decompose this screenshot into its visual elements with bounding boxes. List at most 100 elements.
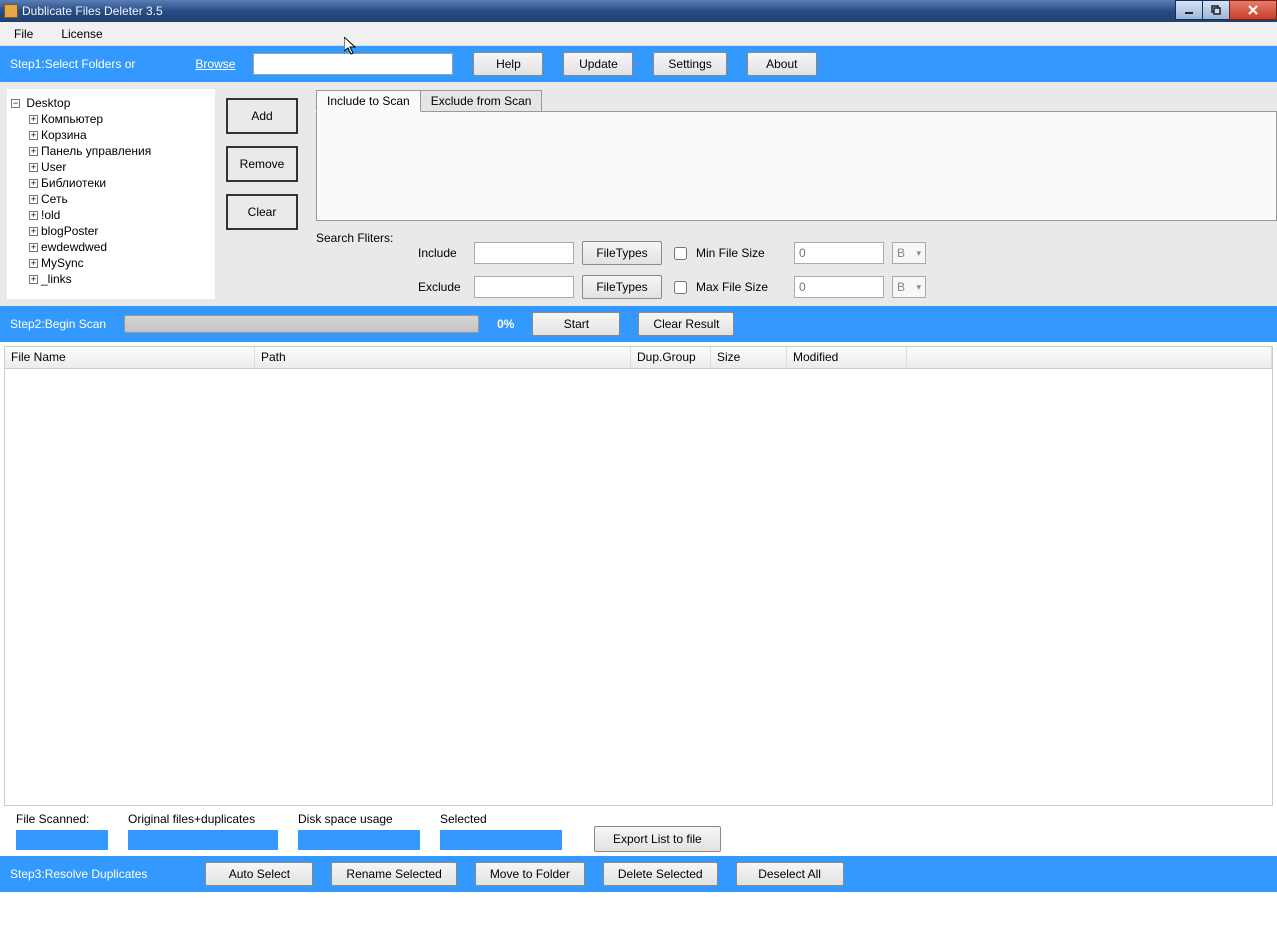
add-folder-button[interactable]: Add bbox=[226, 98, 298, 134]
minimize-button[interactable] bbox=[1175, 0, 1203, 20]
stat-disk-value bbox=[298, 830, 420, 850]
start-scan-button[interactable]: Start bbox=[532, 312, 620, 336]
browse-link[interactable]: Browse bbox=[195, 57, 235, 71]
step3-label: Step3:Resolve Duplicates bbox=[10, 867, 147, 881]
update-button[interactable]: Update bbox=[563, 52, 633, 76]
tree-item-label: Компьютер bbox=[41, 112, 103, 126]
window-title: Dublicate Files Deleter 3.5 bbox=[22, 4, 163, 18]
stat-orig-dup-value bbox=[128, 830, 278, 850]
column-file-name[interactable]: File Name bbox=[5, 347, 255, 368]
deselect-all-button[interactable]: Deselect All bbox=[736, 862, 844, 886]
tree-item[interactable]: +blogPoster bbox=[29, 223, 211, 239]
tree-item[interactable]: +ewdewdwed bbox=[29, 239, 211, 255]
max-filesize-unit-select[interactable]: B bbox=[892, 276, 926, 298]
results-header: File Name Path Dup.Group Size Modified bbox=[5, 347, 1272, 369]
include-filter-input[interactable] bbox=[474, 242, 574, 264]
max-filesize-label: Max File Size bbox=[696, 280, 786, 294]
window-titlebar: Dublicate Files Deleter 3.5 bbox=[0, 0, 1277, 22]
include-label: Include bbox=[418, 246, 466, 260]
tree-item[interactable]: +Панель управления bbox=[29, 143, 211, 159]
tree-item-label: ewdewdwed bbox=[41, 240, 107, 254]
clear-folders-button[interactable]: Clear bbox=[226, 194, 298, 230]
tree-item-label: User bbox=[41, 160, 66, 174]
min-filesize-label: Min File Size bbox=[696, 246, 786, 260]
tree-item[interactable]: +MySync bbox=[29, 255, 211, 271]
close-button[interactable] bbox=[1229, 0, 1277, 20]
folder-tree[interactable]: − Desktop +Компьютер+Корзина+Панель упра… bbox=[6, 88, 216, 300]
scan-folder-list bbox=[316, 111, 1277, 221]
include-filetypes-button[interactable]: FileTypes bbox=[582, 241, 662, 265]
about-button[interactable]: About bbox=[747, 52, 817, 76]
rename-selected-button[interactable]: Rename Selected bbox=[331, 862, 456, 886]
tree-expand-icon[interactable]: + bbox=[29, 227, 38, 236]
folder-action-buttons: Add Remove Clear bbox=[216, 82, 308, 306]
stat-orig-dup-label: Original files+duplicates bbox=[128, 812, 278, 826]
export-list-button[interactable]: Export List to file bbox=[594, 826, 721, 852]
tree-expand-icon[interactable]: + bbox=[29, 163, 38, 172]
tree-item[interactable]: +User bbox=[29, 159, 211, 175]
tree-item-label: Библиотеки bbox=[41, 176, 106, 190]
auto-select-button[interactable]: Auto Select bbox=[205, 862, 313, 886]
tree-expand-icon[interactable]: + bbox=[29, 259, 38, 268]
stats-row: File Scanned: Original files+duplicates … bbox=[0, 806, 1277, 856]
max-filesize-input[interactable] bbox=[794, 276, 884, 298]
exclude-label: Exclude bbox=[418, 280, 466, 294]
clear-result-button[interactable]: Clear Result bbox=[638, 312, 734, 336]
column-modified[interactable]: Modified bbox=[787, 347, 907, 368]
settings-button[interactable]: Settings bbox=[653, 52, 726, 76]
tree-item-label: blogPoster bbox=[41, 224, 98, 238]
stat-selected-label: Selected bbox=[440, 812, 562, 826]
tree-item[interactable]: +Корзина bbox=[29, 127, 211, 143]
step1-label: Step1:Select Folders or bbox=[10, 57, 135, 71]
stat-scanned-label: File Scanned: bbox=[16, 812, 108, 826]
tree-expand-icon[interactable]: + bbox=[29, 195, 38, 204]
tree-item[interactable]: +Сеть bbox=[29, 191, 211, 207]
tree-expand-icon[interactable]: + bbox=[29, 243, 38, 252]
menu-file[interactable]: File bbox=[8, 25, 39, 43]
min-filesize-input[interactable] bbox=[794, 242, 884, 264]
step1-body: − Desktop +Компьютер+Корзина+Панель упра… bbox=[0, 82, 1277, 306]
column-path[interactable]: Path bbox=[255, 347, 631, 368]
tree-expand-icon[interactable]: + bbox=[29, 147, 38, 156]
tree-item-label: Корзина bbox=[41, 128, 87, 142]
exclude-filter-input[interactable] bbox=[474, 276, 574, 298]
tree-item-label: !old bbox=[41, 208, 60, 222]
tree-expand-icon[interactable]: + bbox=[29, 211, 38, 220]
tree-item[interactable]: +_links bbox=[29, 271, 211, 287]
tree-item[interactable]: +Компьютер bbox=[29, 111, 211, 127]
min-filesize-unit-select[interactable]: B bbox=[892, 242, 926, 264]
tree-expand-icon[interactable]: + bbox=[29, 275, 38, 284]
menu-license[interactable]: License bbox=[55, 25, 108, 43]
tree-expand-icon[interactable]: + bbox=[29, 131, 38, 140]
stat-scanned-value bbox=[16, 830, 108, 850]
min-filesize-checkbox[interactable] bbox=[674, 247, 687, 260]
results-table: File Name Path Dup.Group Size Modified bbox=[4, 346, 1273, 806]
max-filesize-checkbox[interactable] bbox=[674, 281, 687, 294]
stat-selected-value bbox=[440, 830, 562, 850]
tree-collapse-icon[interactable]: − bbox=[11, 99, 20, 108]
move-to-folder-button[interactable]: Move to Folder bbox=[475, 862, 585, 886]
tree-root-label[interactable]: Desktop bbox=[26, 96, 70, 110]
help-button[interactable]: Help bbox=[473, 52, 543, 76]
tree-item-label: _links bbox=[41, 272, 72, 286]
scan-progress-percent: 0% bbox=[497, 317, 514, 331]
tab-exclude-from-scan[interactable]: Exclude from Scan bbox=[420, 90, 543, 112]
scan-config-area: Include to Scan Exclude from Scan Search… bbox=[308, 82, 1277, 306]
tree-expand-icon[interactable]: + bbox=[29, 179, 38, 188]
exclude-filetypes-button[interactable]: FileTypes bbox=[582, 275, 662, 299]
tree-item-label: Сеть bbox=[41, 192, 68, 206]
maximize-button[interactable] bbox=[1202, 0, 1230, 20]
column-dup-group[interactable]: Dup.Group bbox=[631, 347, 711, 368]
folder-path-input[interactable] bbox=[253, 53, 453, 75]
tree-item-label: Панель управления bbox=[41, 144, 151, 158]
remove-folder-button[interactable]: Remove bbox=[226, 146, 298, 182]
menubar: File License bbox=[0, 22, 1277, 46]
delete-selected-button[interactable]: Delete Selected bbox=[603, 862, 718, 886]
step3-banner: Step3:Resolve Duplicates Auto Select Ren… bbox=[0, 856, 1277, 892]
tree-item[interactable]: +Библиотеки bbox=[29, 175, 211, 191]
tab-include-to-scan[interactable]: Include to Scan bbox=[316, 90, 421, 112]
column-size[interactable]: Size bbox=[711, 347, 787, 368]
tree-item[interactable]: +!old bbox=[29, 207, 211, 223]
tree-expand-icon[interactable]: + bbox=[29, 115, 38, 124]
search-filters-label: Search Fliters: bbox=[316, 231, 412, 245]
